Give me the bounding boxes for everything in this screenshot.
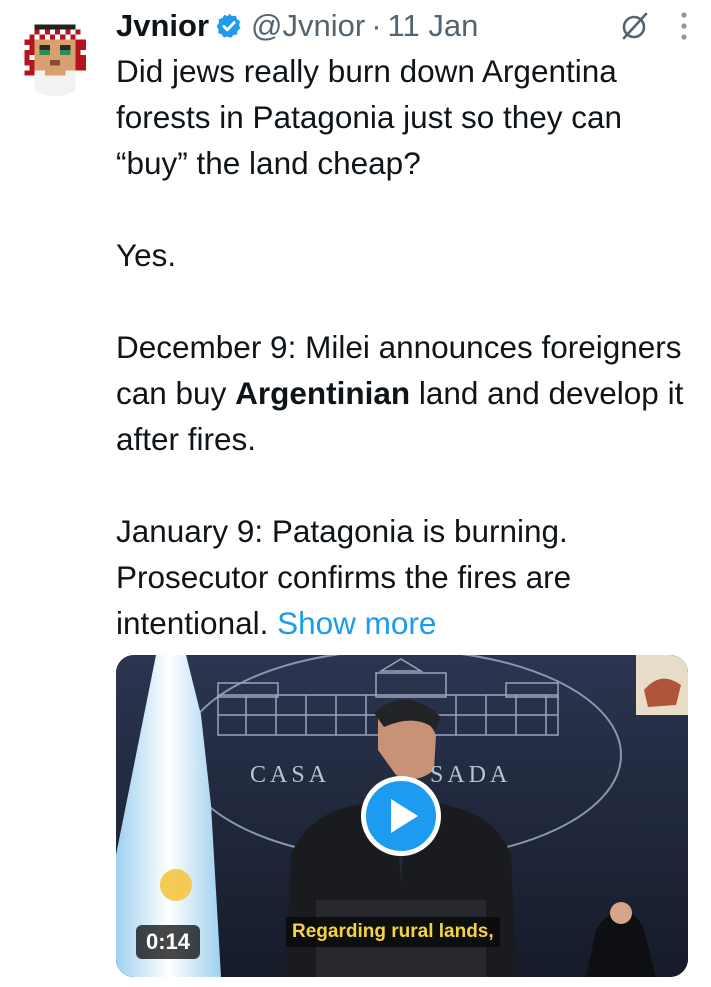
tweet-paragraph-2: Yes. xyxy=(116,237,177,273)
play-button[interactable] xyxy=(361,776,441,856)
building-sign-left: CASA xyxy=(250,762,331,788)
video-player[interactable]: CASA SADA 0:14 Regarding rural lands, xyxy=(116,655,688,977)
video-caption: Regarding rural lands, xyxy=(286,917,500,947)
author-name[interactable]: Jvnior xyxy=(116,8,209,44)
author-handle[interactable]: @Jvnior xyxy=(251,8,365,44)
tweet-paragraph-3: December 9: Milei announces foreigners c… xyxy=(116,324,701,462)
verified-badge-icon xyxy=(215,12,243,40)
separator-dot: · xyxy=(371,8,382,43)
building-sign-right: SADA xyxy=(430,762,512,788)
tweet-paragraph-4: January 9: Patagonia is burning. Prosecu… xyxy=(116,508,701,646)
header-actions xyxy=(619,9,691,43)
grok-icon[interactable] xyxy=(619,10,651,42)
play-icon xyxy=(391,799,418,833)
more-vertical-icon[interactable] xyxy=(677,9,691,43)
tweet-text: Did jews really burn down Argentina fore… xyxy=(116,48,701,646)
video-duration: 0:14 xyxy=(136,925,201,959)
tweet-paragraph-1: Did jews really burn down Argentina fore… xyxy=(116,53,623,181)
show-more-link[interactable]: Show more xyxy=(277,605,436,641)
author-avatar[interactable] xyxy=(14,14,96,96)
tweet-bold-word: Argentinian xyxy=(235,375,411,411)
tweet-date[interactable]: 11 Jan xyxy=(388,8,479,44)
tweet-header: Jvnior @Jvnior · 11 Jan xyxy=(116,6,691,46)
